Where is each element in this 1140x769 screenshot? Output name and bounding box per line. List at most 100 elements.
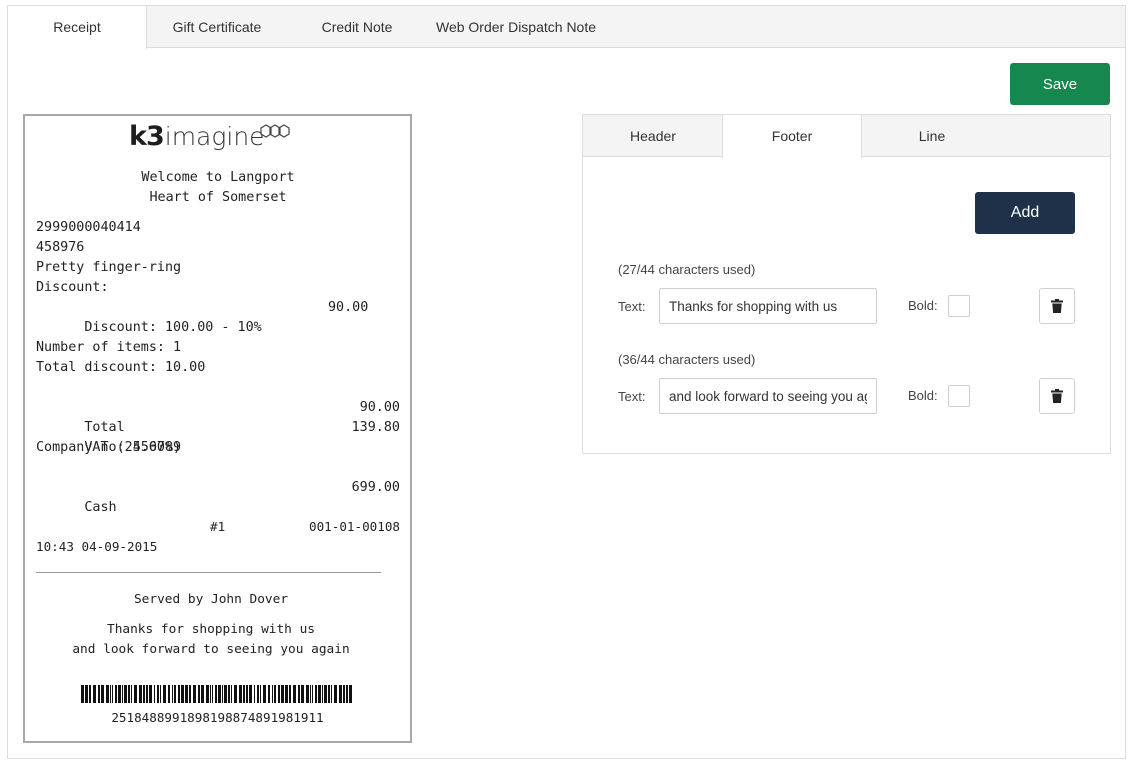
bold-checkbox[interactable] xyxy=(948,385,970,407)
item-discount-label: Discount: xyxy=(36,280,109,295)
logo-k3-text: k3 xyxy=(129,121,165,152)
barcode-bar xyxy=(285,685,288,703)
receipt-till: #1 xyxy=(210,519,226,534)
logo-imagine-text: imagine xyxy=(164,122,265,151)
barcode-bar xyxy=(249,685,252,703)
top-tab-bar: Receipt Gift Certificate Credit Note Web… xyxy=(8,6,1125,49)
barcode-bar xyxy=(93,685,96,703)
vat-row: VAT (25.00%) 139.80 xyxy=(36,418,400,455)
barcode-bar xyxy=(243,685,245,703)
barcode-bar xyxy=(349,685,352,703)
item-code: 458976 xyxy=(36,240,85,255)
barcode-bar xyxy=(278,685,280,703)
barcode-bar xyxy=(215,685,217,703)
barcode-bar xyxy=(257,685,259,703)
receipt-time: 10:43 xyxy=(36,539,74,554)
barcode-bar xyxy=(301,685,304,703)
receipt-editor-panel: Header Footer Line Add (27/44 characters… xyxy=(582,114,1111,454)
barcode-bar xyxy=(106,685,109,703)
receipt-ref: 001-01-00108 xyxy=(309,519,400,534)
receipt-header-line: Heart of Somerset xyxy=(149,190,287,205)
barcode-bar xyxy=(234,685,237,703)
characters-used: (36/44 characters used) xyxy=(618,352,756,367)
receipt-meta-row: 04-09-2015 #1 001-01-00108 xyxy=(36,517,401,554)
barcode-bar xyxy=(181,685,184,703)
tab-footer[interactable]: Footer xyxy=(722,115,862,158)
barcode-bar xyxy=(274,685,276,703)
barcode-bar xyxy=(160,685,161,703)
tab-receipt[interactable]: Receipt xyxy=(8,6,147,49)
receipt-divider xyxy=(36,572,381,573)
barcode-bar xyxy=(315,685,317,703)
tab-gift-certificate[interactable]: Gift Certificate xyxy=(147,6,287,48)
barcode-bar xyxy=(81,685,84,703)
payment-value: 699.00 xyxy=(351,480,400,495)
text-label: Text: xyxy=(618,299,646,314)
payment-label: Cash xyxy=(84,500,117,515)
barcode-bar xyxy=(212,685,213,703)
barcode-bar xyxy=(254,685,255,703)
barcode-bar xyxy=(263,685,266,703)
item-discount-line: Discount: 100.00 - 10% xyxy=(84,320,262,335)
save-button[interactable]: Save xyxy=(1010,63,1110,105)
barcode-bar xyxy=(128,685,130,703)
barcode-bar xyxy=(306,685,309,703)
barcode-bar xyxy=(201,685,204,703)
k3-imagine-logo: k3 imagine xyxy=(129,122,291,154)
barcode-bar xyxy=(198,685,200,703)
items-count: Number of items: 1 xyxy=(36,340,182,355)
characters-used: (27/44 characters used) xyxy=(618,262,756,277)
barcode-bar xyxy=(149,685,152,703)
receipt-footer-line: Thanks for shopping with us xyxy=(106,622,316,637)
tab-web-order-dispatch-note[interactable]: Web Order Dispatch Note xyxy=(427,6,605,48)
barcode-bar xyxy=(131,685,132,703)
footer-text-input[interactable] xyxy=(659,378,877,414)
barcode-bar xyxy=(246,685,248,703)
barcode-bar xyxy=(185,685,188,703)
barcode-bar xyxy=(206,685,209,703)
barcode-bar xyxy=(98,685,100,703)
total-row: Total 90.00 xyxy=(36,398,400,435)
hexagon-rings-icon xyxy=(259,124,290,138)
total-discount: Total discount: 10.00 xyxy=(36,360,206,375)
payment-row: Cash 699.00 xyxy=(36,478,400,515)
vat-value: 139.80 xyxy=(351,420,400,435)
barcode-bar xyxy=(334,685,337,703)
tab-credit-note[interactable]: Credit Note xyxy=(287,6,427,48)
item-discount-row: Discount: 100.00 - 10% 90.00 xyxy=(36,298,400,335)
barcode-bar xyxy=(293,685,296,703)
barcode-bar xyxy=(231,685,232,703)
barcode-bar xyxy=(112,685,113,703)
barcode-bar xyxy=(318,685,321,703)
company-number: Company no: 456789 xyxy=(36,440,182,455)
delete-footer-line-button[interactable] xyxy=(1039,288,1075,324)
bold-label: Bold: xyxy=(908,388,938,403)
barcode-bar xyxy=(228,685,230,703)
barcode-bar xyxy=(157,685,159,703)
barcode-bar xyxy=(298,685,300,703)
barcode-bar xyxy=(210,685,211,703)
barcode-bar xyxy=(272,685,273,703)
add-footer-line-button[interactable]: Add xyxy=(975,192,1075,234)
barcode-bar xyxy=(115,685,117,703)
receipt-header-line: Welcome to Langport xyxy=(141,170,295,185)
tab-header[interactable]: Header xyxy=(583,115,723,157)
trash-icon xyxy=(1051,299,1063,313)
barcode-bar xyxy=(146,685,148,703)
barcode-bar xyxy=(224,685,227,703)
barcode-bar xyxy=(134,685,137,703)
barcode-bar xyxy=(289,685,291,703)
bold-checkbox[interactable] xyxy=(948,295,970,317)
barcode-bar xyxy=(343,685,345,703)
delete-footer-line-button[interactable] xyxy=(1039,378,1075,414)
barcode-bar xyxy=(174,685,176,703)
barcode-bar xyxy=(168,685,170,703)
footer-text-input[interactable] xyxy=(659,288,877,324)
barcode-bar xyxy=(89,685,91,703)
barcode-bar xyxy=(331,685,332,703)
tab-line[interactable]: Line xyxy=(862,115,1002,157)
barcode-bar xyxy=(328,685,330,703)
barcode-bar xyxy=(118,685,121,703)
barcode-bar xyxy=(172,685,173,703)
barcode-bar xyxy=(178,685,180,703)
